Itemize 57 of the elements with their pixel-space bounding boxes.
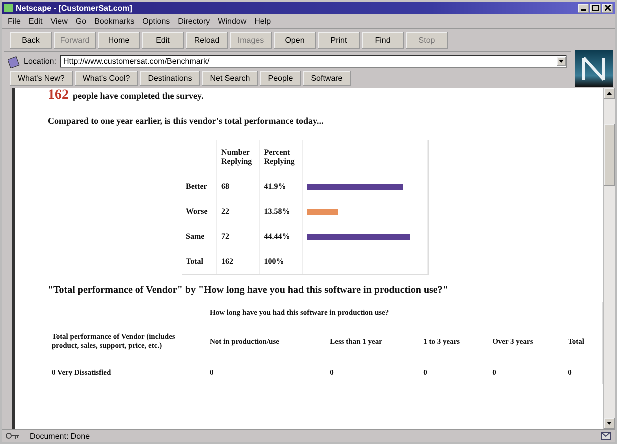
row-label: Worse: [186, 207, 208, 216]
menu-item[interactable]: File: [8, 16, 21, 26]
app-icon: [4, 4, 13, 12]
toolbar-button[interactable]: Print: [318, 32, 360, 49]
scroll-down-icon[interactable]: [604, 418, 615, 429]
toolbar-button[interactable]: Open: [274, 32, 316, 49]
menu-item[interactable]: Options: [142, 16, 170, 26]
menu-item[interactable]: Help: [254, 16, 272, 26]
dropdown-icon[interactable]: [557, 57, 566, 66]
row-label: Total: [186, 257, 204, 266]
security-key-icon: [6, 432, 20, 440]
location-field[interactable]: Http://www.customersat.com/Benchmark/: [60, 55, 567, 68]
toolbar-button[interactable]: Find: [362, 32, 404, 49]
maximize-icon[interactable]: [590, 4, 601, 12]
toolbar-button[interactable]: Home: [98, 32, 140, 49]
table-cell: 72: [221, 232, 230, 241]
window-title: Netscape - [CustomerSat.com]: [16, 4, 134, 12]
row-label: Better: [186, 182, 208, 191]
toolbar-button[interactable]: Reload: [186, 32, 228, 49]
status-text: Document: Done: [30, 432, 92, 440]
close-icon[interactable]: [602, 4, 613, 12]
toolbar-button[interactable]: Edit: [142, 32, 184, 49]
table-cell: 22: [221, 207, 230, 216]
directory-button[interactable]: Destinations: [140, 71, 200, 86]
mail-icon[interactable]: [601, 432, 611, 440]
vertical-scrollbar[interactable]: [603, 88, 615, 429]
question-text: Compared to one year earlier, is this vendor's total performance today...: [48, 116, 325, 126]
table-cell: 162: [221, 257, 234, 266]
table-cell: 44.44%: [264, 232, 290, 241]
menu-item[interactable]: Edit: [28, 16, 43, 26]
scroll-thumb[interactable]: [604, 124, 615, 186]
menu-item[interactable]: View: [50, 16, 68, 26]
netscape-logo: [575, 50, 613, 87]
menu-item[interactable]: Directory: [178, 16, 210, 26]
directory-button[interactable]: What's Cool?: [74, 71, 138, 86]
directory-button[interactable]: Software: [303, 71, 351, 86]
column-header: Percent Replying: [264, 148, 295, 166]
toolbar-button[interactable]: Back: [10, 32, 52, 49]
directory-button[interactable]: People: [260, 71, 302, 86]
menu-item[interactable]: Go: [76, 16, 87, 26]
crosstab-title: "Total performance of Vendor" by "How long have you had this software in production use?": [48, 285, 450, 296]
table-cell: 100%: [264, 257, 284, 266]
directory-button[interactable]: Net Search: [202, 71, 258, 86]
table-cell: 41.9%: [264, 182, 286, 191]
column-header: Number Replying: [221, 148, 252, 166]
scroll-up-icon[interactable]: [604, 88, 615, 99]
table-cell: 68: [221, 182, 230, 191]
minimize-icon[interactable]: [578, 4, 589, 12]
survey-count: 162: [48, 88, 69, 104]
menu-item[interactable]: Bookmarks: [94, 16, 135, 26]
table-cell: 13.58%: [264, 207, 290, 216]
location-label: Location:: [24, 57, 56, 66]
menu-item[interactable]: Window: [218, 16, 247, 26]
directory-button[interactable]: What's New?: [10, 71, 73, 86]
row-label: Same: [186, 232, 205, 241]
survey-count-text: people have completed the survey.: [73, 91, 204, 101]
bookmark-icon[interactable]: [8, 56, 20, 68]
